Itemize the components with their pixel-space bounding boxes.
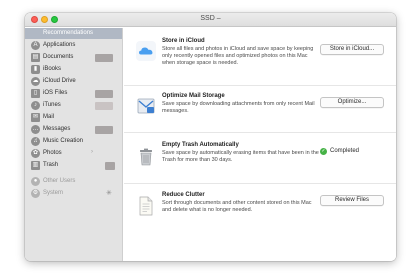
sidebar-item-icloud-drive[interactable]: ☁ iCloud Drive [25,76,122,87]
sidebar-item-label: iBooks [43,66,62,72]
other-users-icon: ● [31,177,40,186]
recommendation-row: Store in iCloud Store all files and phot… [124,28,396,85]
loading-spinner-icon: ✳ [106,190,112,197]
sidebar-item-trash[interactable]: ▥ Trash [25,160,122,171]
ibooks-icon: ▮ [31,65,40,74]
sidebar-item-label: Music Creation [43,138,84,144]
sidebar-item-documents[interactable]: ▤ Documents [25,52,122,63]
recommendation-description: Sort through documents and other content… [162,200,312,213]
recommendation-title: Optimize Mail Storage [162,93,225,99]
recommendation-row: Empty Trash Automatically Save space by … [124,133,396,183]
size-redacted [95,102,113,110]
sidebar-item-ios-files[interactable]: ▯ iOS Files [25,88,122,99]
mail-icon: ✉ [31,113,40,122]
size-redacted [105,162,115,170]
size-redacted [95,126,113,134]
sidebar-item-messages[interactable]: … Messages [25,124,122,135]
sidebar-item-other-users[interactable]: ● Other Users [25,176,122,187]
sidebar-item-label: Recommendations [43,30,94,36]
size-redacted [95,90,113,98]
sidebar-item-mail[interactable]: ✉ Mail [25,112,122,123]
sidebar-item-music-creation[interactable]: ♫ Music Creation [25,136,122,147]
recommendation-description: Save space by downloading attachments fr… [162,101,315,114]
sidebar-item-label: Trash [43,162,59,168]
chevron-right-icon: › [91,149,93,155]
document-icon [139,196,153,216]
photos-icon: ✿ [31,149,40,158]
sidebar-item-label: Messages [43,126,71,132]
messages-icon: … [31,125,40,134]
recommendation-description: Store all files and photos in iCloud and… [162,46,314,66]
recommendation-row: Optimize Mail Storage Save space by down… [124,86,396,132]
sidebar-item-label: Other Users [43,178,76,184]
documents-icon: ▤ [31,53,40,62]
sidebar-item-photos[interactable]: ✿ Photos › [25,148,122,159]
ios-files-icon: ▯ [31,89,40,98]
sidebar-item-label: Documents [43,54,74,60]
sidebar-item-label: Mail [43,114,55,120]
sidebar-item-label: System [43,190,64,196]
window-title: SSD – [200,15,221,22]
icloud-drive-icon: ☁ [31,77,40,86]
mail-storage-icon [137,98,155,114]
sidebar-item-recommendations[interactable]: Recommendations [25,28,122,39]
sidebar-item-label: Applications [43,42,76,48]
size-redacted [95,54,113,62]
sidebar-item-label: iCloud Drive [43,78,76,84]
recommendations-pane: Store in iCloud Store all files and phot… [124,28,396,261]
recommendation-description: Save space by automatically erasing item… [162,150,319,163]
recommendation-title: Store in iCloud [162,38,205,44]
sidebar-item-applications[interactable]: A Applications [25,40,122,51]
music-creation-icon: ♫ [31,137,40,146]
itunes-icon: ♪ [31,101,40,110]
store-in-icloud-button[interactable]: Store in iCloud... [320,44,384,55]
trash-icon [140,148,152,166]
status-label: Completed [330,148,360,154]
icloud-icon [136,41,156,61]
sidebar-item-itunes[interactable]: ♪ iTunes [25,100,122,111]
title-bar: SSD – [25,13,396,27]
recommendation-title: Empty Trash Automatically [162,142,239,148]
sidebar: Recommendations A Applications ▤ Documen… [25,28,123,261]
system-icon: ⚙ [31,189,40,198]
storage-management-window: SSD – Recommendations A Applications ▤ D… [25,13,396,261]
applications-icon: A [31,41,40,50]
sidebar-item-ibooks[interactable]: ▮ iBooks [25,64,122,75]
optimize-button[interactable]: Optimize... [320,97,384,108]
recommendation-row: Reduce Clutter Sort through documents an… [124,184,396,244]
sidebar-item-label: iOS Files [43,90,68,96]
checkmark-icon: ✓ [320,148,327,155]
sidebar-item-system[interactable]: ⚙ System ✳ [25,188,122,199]
recommendation-title: Reduce Clutter [162,192,205,198]
review-files-button[interactable]: Review Files [320,195,384,206]
trash-icon: ▥ [31,161,40,170]
sidebar-item-label: Photos [43,150,62,156]
sidebar-item-label: iTunes [43,102,61,108]
